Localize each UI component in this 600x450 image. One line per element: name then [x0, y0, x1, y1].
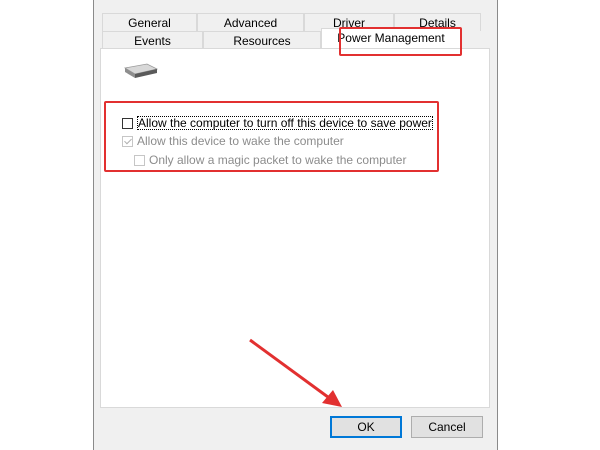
title-bar-edge [94, 0, 497, 6]
cancel-button[interactable]: Cancel [411, 416, 483, 438]
magic-packet-label: Only allow a magic packet to wake the co… [149, 153, 407, 167]
allow-turn-off-checkbox[interactable] [122, 117, 133, 129]
network-adapter-icon [123, 62, 159, 83]
power-management-panel: Allow the computer to turn off this devi… [100, 48, 490, 408]
tab-general[interactable]: General [102, 13, 197, 31]
tab-advanced[interactable]: Advanced [197, 13, 304, 31]
option-magic-packet: Only allow a magic packet to wake the co… [134, 153, 406, 167]
option-allow-wake: Allow this device to wake the computer [122, 134, 344, 148]
device-properties-dialog: General Advanced Driver Details Events R… [93, 0, 498, 450]
ok-button[interactable]: OK [330, 416, 402, 438]
tab-resources[interactable]: Resources [203, 31, 321, 49]
option-allow-turn-off[interactable]: Allow the computer to turn off this devi… [122, 116, 433, 130]
tab-power-management[interactable]: Power Management [321, 28, 461, 50]
magic-packet-checkbox [134, 154, 145, 166]
tab-events[interactable]: Events [102, 31, 203, 49]
allow-wake-label: Allow this device to wake the computer [137, 134, 344, 148]
allow-turn-off-label: Allow the computer to turn off this devi… [137, 116, 433, 130]
allow-wake-checkbox [122, 135, 133, 147]
